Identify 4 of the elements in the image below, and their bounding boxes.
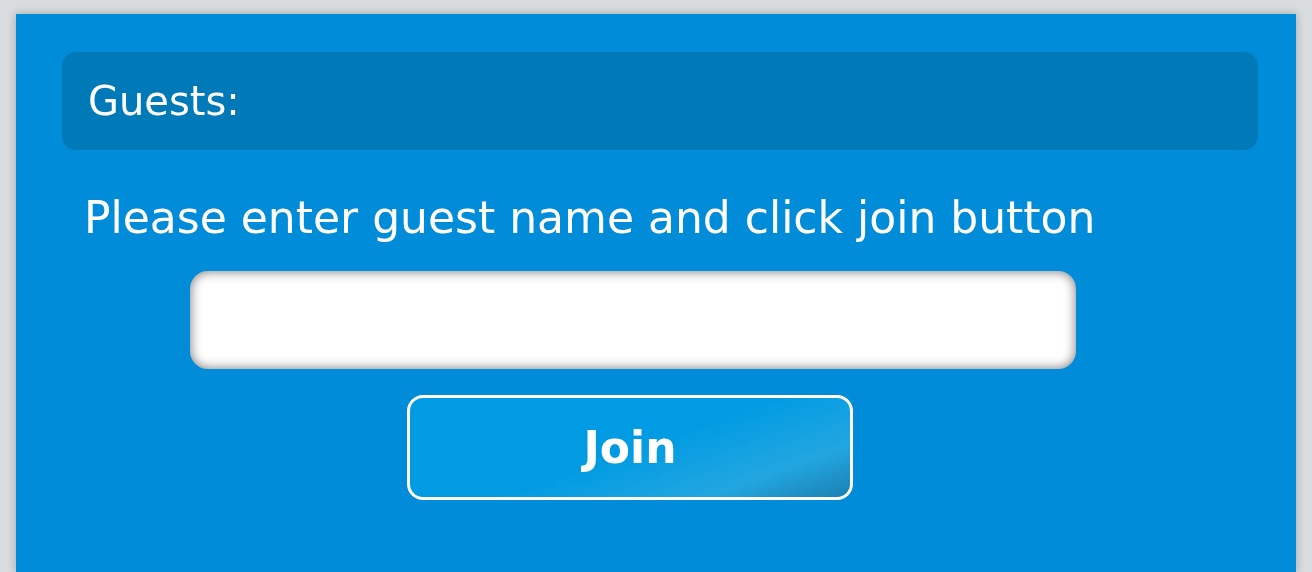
header-title: Guests: [88, 78, 240, 124]
instruction-text: Please enter guest name and click join button [84, 192, 1096, 243]
guest-name-field[interactable] [190, 271, 1076, 369]
join-button[interactable]: Join [407, 395, 853, 500]
